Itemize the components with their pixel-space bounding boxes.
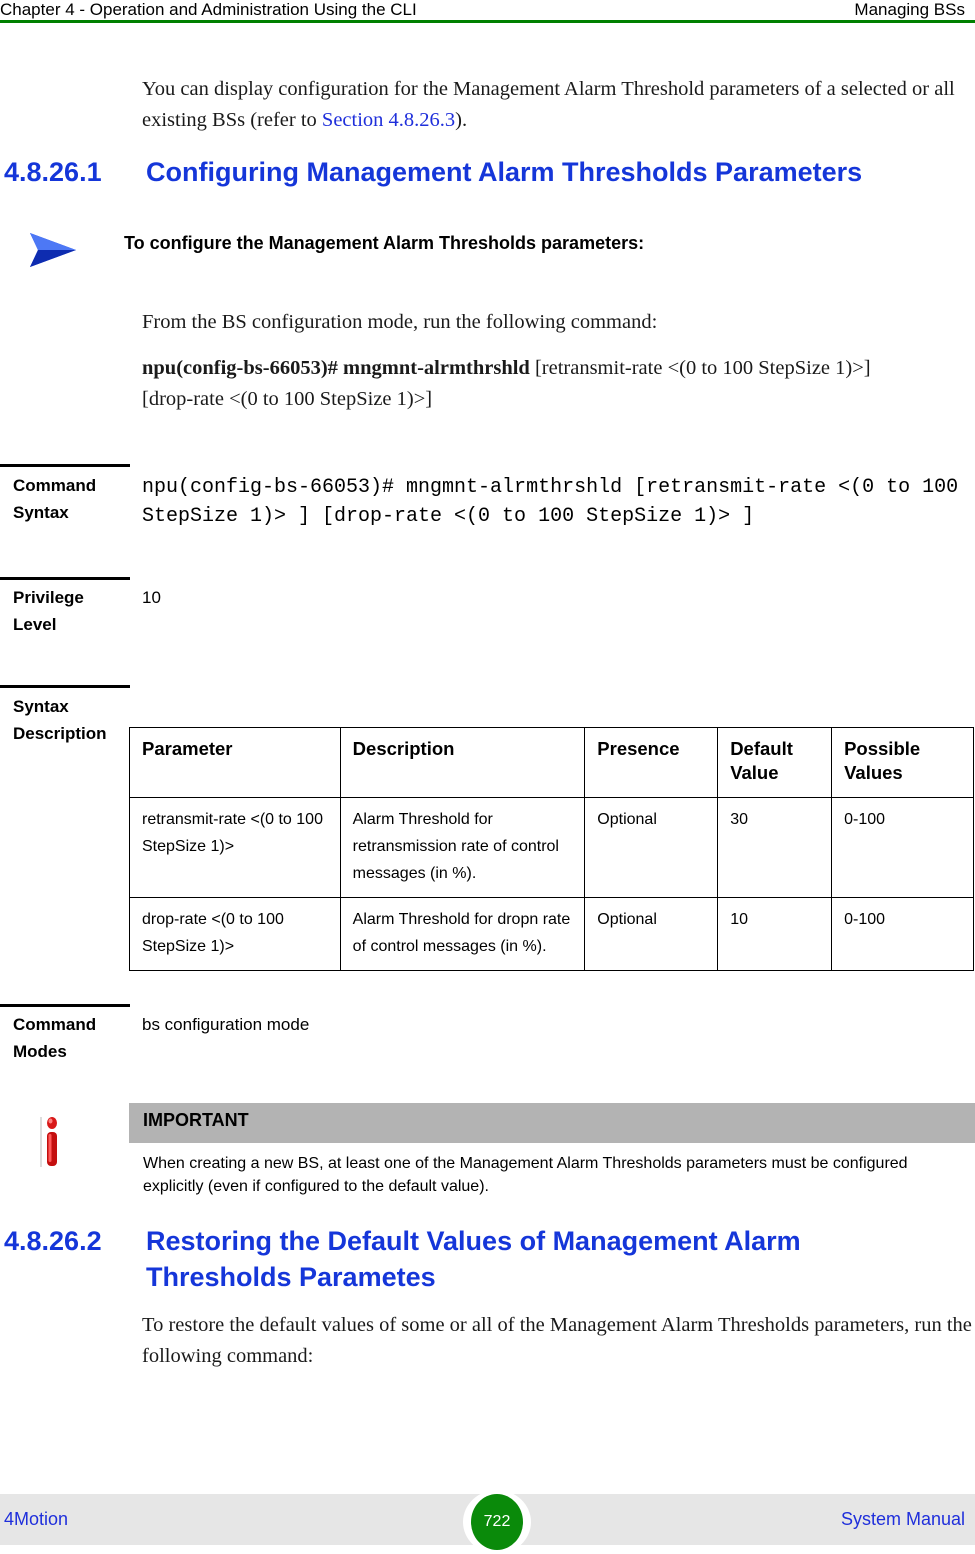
section-title: Configuring Management Alarm Thresholds … bbox=[146, 157, 863, 187]
privilege-level-value: 10 bbox=[142, 588, 161, 607]
table-row: drop-rate <(0 to 100 StepSize 1)> Alarm … bbox=[129, 897, 974, 971]
cell-presence: Optional bbox=[584, 797, 719, 898]
section-title-line1: Restoring the Default Values of Manageme… bbox=[146, 1226, 801, 1256]
label-line: Command bbox=[13, 1015, 97, 1034]
cell-description: Alarm Threshold for retransmission rate … bbox=[339, 797, 586, 898]
procedure-title: To configure the Management Alarm Thresh… bbox=[124, 233, 645, 253]
label-line: Command bbox=[13, 476, 97, 495]
important-header-bar bbox=[129, 1103, 975, 1143]
header-rule bbox=[0, 20, 975, 23]
cell-possible: 0-100 bbox=[831, 797, 974, 898]
cell-possible: 0-100 bbox=[831, 897, 974, 971]
label-line: Syntax bbox=[13, 697, 69, 716]
intro-text: You can display configuration for the Ma… bbox=[142, 78, 955, 131]
important-text: When creating a new BS, at least one of … bbox=[143, 1155, 908, 1195]
column-header: Default Value bbox=[717, 727, 833, 798]
command-syntax-label: Command Syntax bbox=[13, 472, 96, 526]
run-instruction: From the BS configuration mode, run the … bbox=[142, 311, 658, 333]
column-header: Possible Values bbox=[831, 727, 974, 798]
command-modes-label: Command Modes bbox=[13, 1011, 96, 1065]
section-heading-2: 4.8.26.2 Restoring the Default Values of … bbox=[4, 1223, 974, 1295]
command-bold: npu(config-bs-66053)# mngmnt-alrmthrshld bbox=[142, 357, 530, 379]
label-rule bbox=[0, 577, 130, 580]
command-syntax-value: npu(config-bs-66053)# mngmnt-alrmthrshld… bbox=[142, 476, 959, 528]
intro-text-end: ). bbox=[455, 109, 468, 131]
footer-product: 4Motion bbox=[4, 1509, 69, 1529]
cell-parameter: drop-rate <(0 to 100 StepSize 1)> bbox=[129, 897, 341, 971]
label-line: Syntax bbox=[13, 503, 69, 522]
section-number: 4.8.26.2 bbox=[4, 1226, 102, 1256]
cell-default: 10 bbox=[717, 897, 833, 971]
footer-manual: System Manual bbox=[840, 1509, 965, 1529]
command-line: npu(config-bs-66053)# mngmnt-alrmthrshld… bbox=[142, 353, 922, 415]
label-rule bbox=[0, 464, 130, 467]
label-line: Privilege bbox=[13, 588, 84, 607]
label-line: Level bbox=[13, 615, 57, 634]
page-number: 722 bbox=[471, 1494, 523, 1550]
section-link[interactable]: Section 4.8.26.3 bbox=[322, 109, 455, 131]
label-rule bbox=[0, 1004, 130, 1007]
header-section: Managing BSs bbox=[854, 0, 965, 19]
cell-description: Alarm Threshold for dropn rate of contro… bbox=[339, 897, 586, 971]
important-title: IMPORTANT bbox=[143, 1110, 249, 1130]
table-header-row: Parameter Description Presence Default V… bbox=[129, 727, 974, 798]
syntax-description-table: Parameter Description Presence Default V… bbox=[129, 727, 974, 971]
cell-default: 30 bbox=[717, 797, 833, 898]
section-number: 4.8.26.1 bbox=[4, 157, 102, 187]
column-header: Parameter bbox=[129, 727, 341, 798]
label-rule bbox=[0, 685, 130, 688]
column-header: Description bbox=[339, 727, 586, 798]
label-line: Modes bbox=[13, 1042, 67, 1061]
section-heading-1: 4.8.26.1 Configuring Management Alarm Thr… bbox=[4, 154, 974, 190]
table-row: retransmit-rate <(0 to 100 StepSize 1)> … bbox=[129, 797, 974, 898]
section-title-line2: Thresholds Parametes bbox=[146, 1262, 436, 1292]
command-modes-value: bs configuration mode bbox=[142, 1015, 310, 1034]
arrow-right-icon bbox=[28, 231, 78, 269]
info-icon bbox=[38, 1115, 64, 1169]
restore-paragraph: To restore the default values of some or… bbox=[142, 1314, 972, 1367]
cell-parameter: retransmit-rate <(0 to 100 StepSize 1)> bbox=[129, 797, 341, 898]
label-line: Description bbox=[13, 724, 107, 743]
privilege-level-label: Privilege Level bbox=[13, 584, 84, 638]
intro-paragraph: You can display configuration for the Ma… bbox=[142, 74, 974, 136]
column-header: Presence bbox=[584, 727, 719, 798]
syntax-description-label: Syntax Description bbox=[13, 693, 107, 747]
cell-presence: Optional bbox=[584, 897, 719, 971]
header-chapter: Chapter 4 - Operation and Administration… bbox=[0, 0, 417, 19]
